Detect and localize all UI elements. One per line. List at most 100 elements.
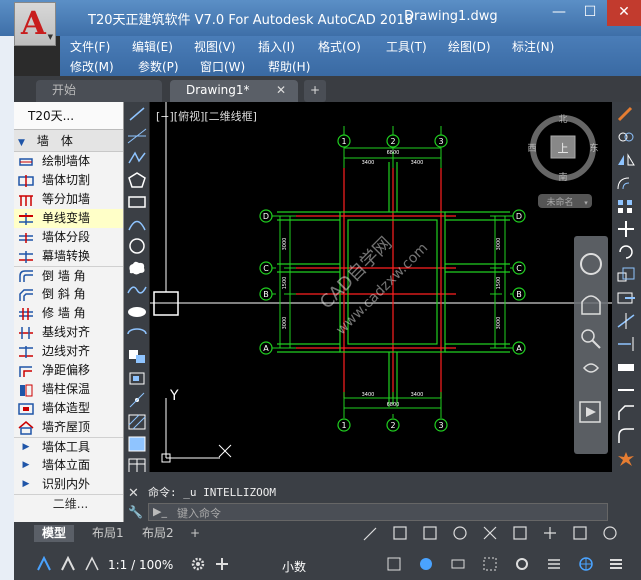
- maximize-button[interactable]: ☐: [573, 0, 607, 26]
- new-tab-button[interactable]: +: [304, 80, 326, 102]
- menu-item-trim-wall[interactable]: 修 墙 角: [14, 304, 123, 323]
- annotation-scale-value[interactable]: 1:1 / 100%: [108, 558, 173, 572]
- explode-tool-button[interactable]: [615, 450, 637, 468]
- menu-item-baseline-align[interactable]: 基线对齐: [14, 323, 123, 342]
- drawing-viewport[interactable]: [−][俯视][二维线框] 1 2 3 1 2 3 D C B A D C B …: [150, 102, 612, 472]
- menu-item-fillet-wall[interactable]: 倒 墙 角: [14, 266, 123, 285]
- dim-bottom-left: 3400: [362, 392, 375, 398]
- menu-item-wall-segment[interactable]: 墙体分段: [14, 228, 123, 247]
- plus-icon[interactable]: [214, 556, 230, 572]
- menu-item-wall-to-roof[interactable]: 墙齐屋顶: [14, 418, 123, 437]
- command-input[interactable]: ▶_ 键入命令: [148, 503, 608, 521]
- menu-draw[interactable]: 绘图(D): [448, 38, 491, 55]
- circle-tool-button[interactable]: [126, 237, 148, 255]
- mirror-tool-button[interactable]: [615, 151, 637, 169]
- array-tool-button[interactable]: [615, 197, 637, 215]
- annotation-visibility-icon[interactable]: [60, 556, 76, 572]
- menu-item-chamfer-wall[interactable]: 倒 斜 角: [14, 285, 123, 304]
- menu-item-identify-inner-outer[interactable]: ▶ 识别内外: [14, 475, 123, 494]
- erase-tool-button[interactable]: [615, 105, 637, 123]
- menu-item-draw-wall[interactable]: 绘制墙体: [14, 152, 123, 171]
- auto-scale-icon[interactable]: [84, 556, 100, 572]
- menu-item-wall-insulation[interactable]: 墙柱保温: [14, 380, 123, 399]
- menu-tools[interactable]: 工具(T): [386, 38, 427, 55]
- menu-item-more[interactable]: 二维...: [14, 494, 123, 513]
- workspace-icon[interactable]: [514, 556, 530, 572]
- polyline-tool-button[interactable]: [126, 149, 148, 167]
- make-block-tool-button[interactable]: [126, 369, 148, 387]
- chamfer-tool-button[interactable]: [615, 404, 637, 422]
- menu-window[interactable]: 窗口(W): [200, 58, 245, 75]
- menu-view[interactable]: 视图(V): [194, 38, 236, 55]
- tab-layout2[interactable]: 布局2: [134, 525, 182, 542]
- minimize-button[interactable]: —: [545, 0, 573, 26]
- scale-tool-button[interactable]: [615, 266, 637, 284]
- gear-icon[interactable]: [190, 556, 206, 572]
- fillet-tool-button[interactable]: [615, 427, 637, 445]
- rectangle-tool-button[interactable]: [126, 193, 148, 211]
- net-offset-icon: [19, 365, 32, 377]
- tab-drawing1[interactable]: Drawing1* ✕: [170, 80, 298, 102]
- annotation-scale-icon[interactable]: [36, 556, 52, 572]
- extend-tool-button[interactable]: [615, 335, 637, 353]
- revcloud-tool-button[interactable]: [126, 259, 148, 277]
- polygon-tool-button[interactable]: [126, 171, 148, 189]
- tab-model[interactable]: 模型: [34, 525, 75, 542]
- close-tab-icon[interactable]: ✕: [276, 80, 286, 100]
- clean-screen-icon[interactable]: [482, 556, 498, 572]
- join-tool-button[interactable]: [615, 381, 637, 399]
- menu-item-net-offset[interactable]: 净距偏移: [14, 361, 123, 380]
- close-command-line-icon[interactable]: ✕: [128, 486, 139, 501]
- menu-file[interactable]: 文件(F): [70, 38, 110, 55]
- ellipse-tool-button[interactable]: [126, 303, 148, 321]
- hardware-acceleration-icon[interactable]: [450, 556, 466, 572]
- close-button[interactable]: ✕: [607, 0, 641, 26]
- menu-item-label: 等分加墙: [42, 192, 91, 206]
- copy-tool-button[interactable]: [615, 128, 637, 146]
- application-menu-button[interactable]: A ▼: [14, 2, 56, 46]
- new-layout-button[interactable]: +: [182, 525, 208, 542]
- menu-item-line-to-wall[interactable]: 单线变墙: [14, 209, 123, 228]
- units-value[interactable]: 小数: [282, 558, 306, 575]
- menu-edit[interactable]: 编辑(E): [132, 38, 173, 55]
- menu-modify[interactable]: 修改(M): [70, 58, 114, 75]
- wrench-icon[interactable]: 🔧: [128, 505, 143, 519]
- spline-tool-button[interactable]: [126, 281, 148, 299]
- menu-format[interactable]: 格式(O): [318, 38, 361, 55]
- xline-tool-button[interactable]: [126, 127, 148, 145]
- menu-lines-icon[interactable]: [608, 556, 624, 572]
- menu-insert[interactable]: 插入(I): [258, 38, 295, 55]
- menu-item-curtain-wall-convert[interactable]: 幕墙转换: [14, 247, 123, 266]
- wall-group-header[interactable]: ▼ 墙 体: [14, 130, 123, 152]
- menu-item-edge-align[interactable]: 边线对齐: [14, 342, 123, 361]
- customize-icon[interactable]: [546, 556, 562, 572]
- arc-tool-button[interactable]: [126, 215, 148, 233]
- tab-layout1[interactable]: 布局1: [84, 525, 132, 542]
- menu-item-wall-profile[interactable]: 墙体造型: [14, 399, 123, 418]
- menu-parameters[interactable]: 参数(P): [138, 58, 179, 75]
- move-tool-button[interactable]: [615, 220, 637, 238]
- insert-block-tool-button[interactable]: [126, 347, 148, 365]
- isolate-objects-icon[interactable]: [418, 556, 434, 572]
- gradient-tool-button[interactable]: [126, 435, 148, 453]
- ellipse-arc-tool-button[interactable]: [126, 325, 148, 343]
- menu-item-divide-wall[interactable]: 等分加墙: [14, 190, 123, 209]
- menu-item-wall-cut[interactable]: 墙体切割: [14, 171, 123, 190]
- tianzheng-menu-title[interactable]: T20天...: [14, 102, 123, 130]
- rotate-tool-button[interactable]: [615, 243, 637, 261]
- trim-tool-button[interactable]: [615, 312, 637, 330]
- menu-item-wall-elevation[interactable]: ▶ 墙体立面: [14, 456, 123, 475]
- menu-dimension[interactable]: 标注(N): [512, 38, 554, 55]
- point-tool-button[interactable]: [126, 391, 148, 409]
- stretch-tool-button[interactable]: [615, 289, 637, 307]
- break-tool-button[interactable]: [615, 358, 637, 376]
- menu-help[interactable]: 帮助(H): [268, 58, 310, 75]
- offset-tool-button[interactable]: [615, 174, 637, 192]
- tab-start[interactable]: 开始: [36, 80, 162, 102]
- menu-item-label: 墙齐屋顶: [42, 420, 91, 434]
- hatch-tool-button[interactable]: [126, 413, 148, 431]
- line-tool-button[interactable]: [126, 105, 148, 123]
- menu-item-wall-tools[interactable]: ▶ 墙体工具: [14, 437, 123, 456]
- quick-properties-icon[interactable]: [386, 556, 402, 572]
- globe-icon[interactable]: [578, 556, 594, 572]
